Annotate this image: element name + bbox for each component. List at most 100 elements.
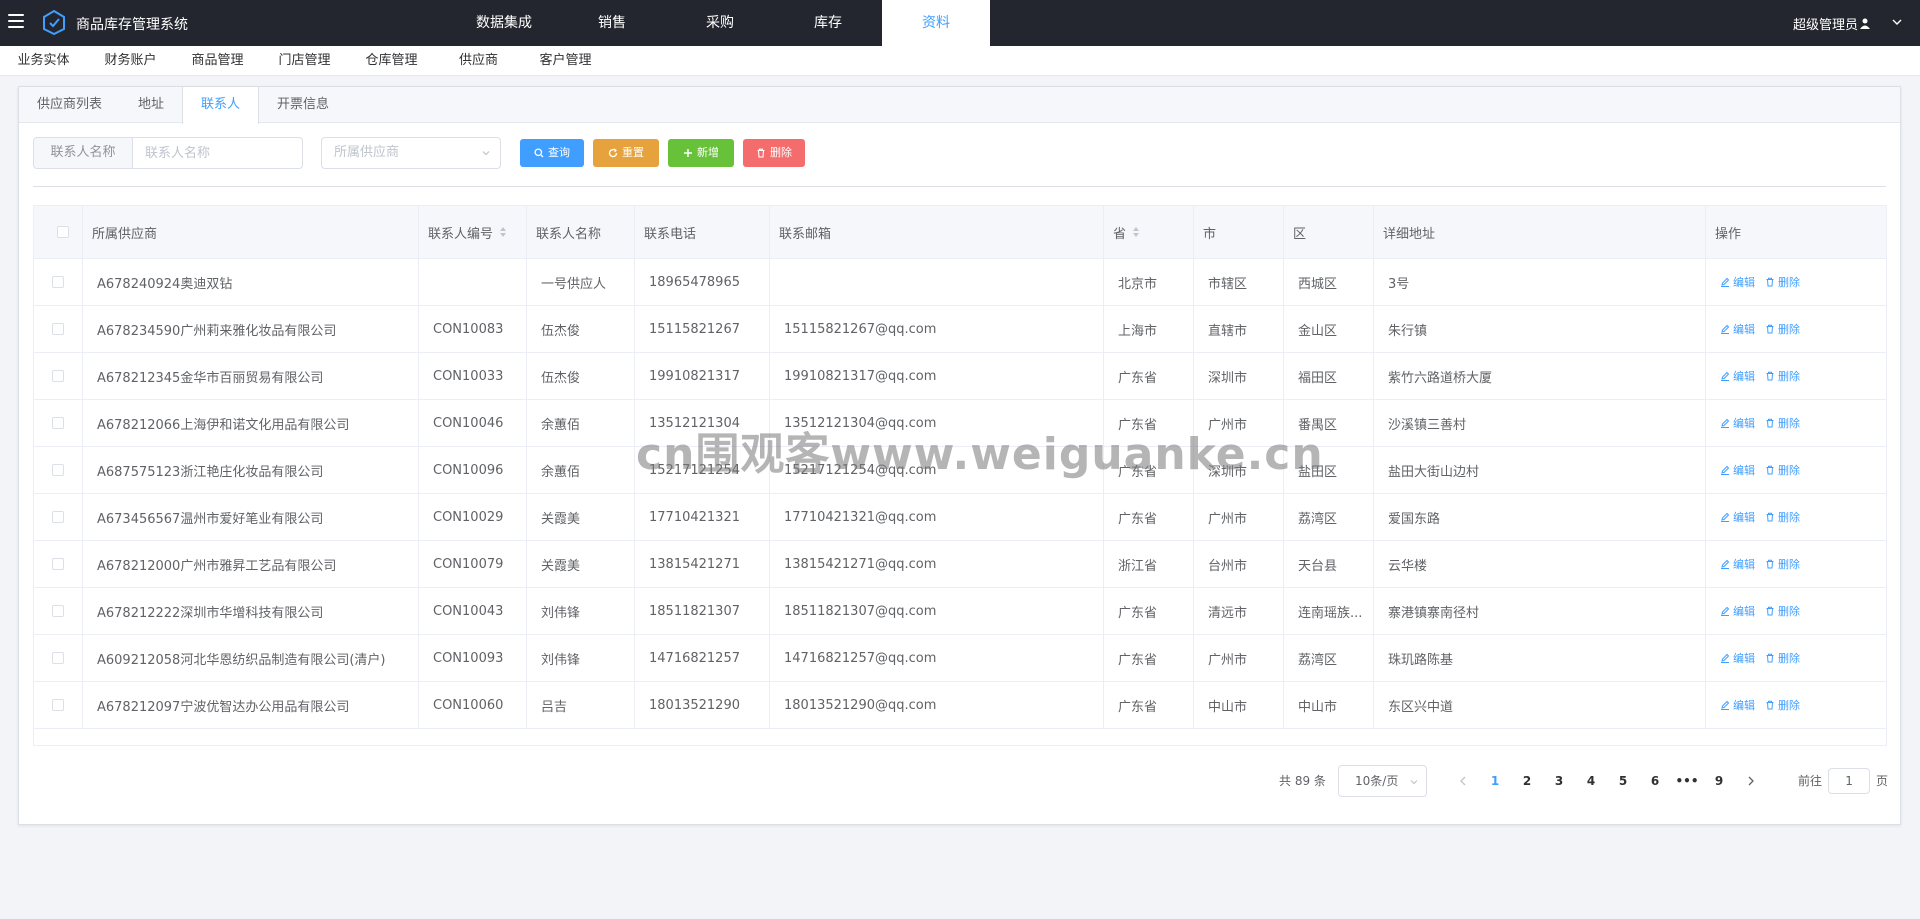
menu-toggle-icon[interactable] <box>6 11 26 31</box>
column-header-label: 联系人名称 <box>536 226 602 242</box>
code-cell: CON10033 <box>419 353 527 399</box>
row-checkbox[interactable] <box>52 652 64 664</box>
delete-link[interactable]: 删除 <box>1765 650 1800 666</box>
delete-link[interactable]: 删除 <box>1765 697 1800 713</box>
page-number[interactable]: 5 <box>1607 765 1639 797</box>
edit-link[interactable]: 编辑 <box>1720 556 1755 572</box>
edit-link[interactable]: 编辑 <box>1720 368 1755 384</box>
user-menu[interactable]: 超级管理员 <box>1793 14 1870 33</box>
row-checkbox[interactable] <box>52 699 64 711</box>
code-cell: CON10060 <box>419 682 527 728</box>
top-nav-item[interactable]: 销售 <box>558 0 666 46</box>
edit-link[interactable]: 编辑 <box>1720 462 1755 478</box>
secondary-nav-item[interactable]: 供应商 <box>435 46 522 76</box>
edit-link[interactable]: 编辑 <box>1720 603 1755 619</box>
sort-icon[interactable] <box>499 226 507 238</box>
row-checkbox[interactable] <box>52 511 64 523</box>
supplier-cell: A609212058河北华恩纺织品制造有限公司(清户) <box>83 635 419 681</box>
page-number[interactable]: 6 <box>1639 765 1671 797</box>
top-nav-item[interactable]: 资料 <box>882 0 990 46</box>
actions-cell: 编辑 删除 <box>1706 635 1886 681</box>
secondary-nav-item[interactable]: 财务账户 <box>87 46 174 76</box>
edit-label: 编辑 <box>1733 370 1755 383</box>
secondary-nav-item[interactable]: 仓库管理 <box>348 46 435 76</box>
row-checkbox[interactable] <box>52 417 64 429</box>
row-checkbox[interactable] <box>52 464 64 476</box>
next-page-button[interactable] <box>1735 765 1767 797</box>
page-number[interactable]: 4 <box>1575 765 1607 797</box>
edit-link[interactable]: 编辑 <box>1720 697 1755 713</box>
delete-button[interactable]: 删除 <box>743 139 805 167</box>
secondary-nav-item[interactable]: 客户管理 <box>522 46 609 76</box>
select-all-checkbox[interactable] <box>56 226 69 238</box>
chevron-down-icon[interactable] <box>1892 17 1902 27</box>
edit-link[interactable]: 编辑 <box>1720 321 1755 337</box>
supplier-cell: A678212000广州市雅昇工艺品有限公司 <box>83 541 419 587</box>
page-size-select[interactable]: 10条/页 <box>1338 765 1427 797</box>
tab-item[interactable]: 联系人 <box>182 87 260 124</box>
edit-label: 编辑 <box>1733 699 1755 712</box>
row-checkbox[interactable] <box>52 370 64 382</box>
column-header-code[interactable]: 联系人编号 <box>419 206 527 258</box>
row-select-cell <box>34 259 83 305</box>
goto-page-input[interactable] <box>1828 768 1871 794</box>
delete-link[interactable]: 删除 <box>1765 556 1800 572</box>
page-number[interactable]: 9 <box>1703 765 1735 797</box>
secondary-nav-item[interactable]: 业务实体 <box>0 46 87 76</box>
contact-name-label: 联系人名称 <box>33 137 133 169</box>
edit-link[interactable]: 编辑 <box>1720 415 1755 431</box>
add-button[interactable]: 新增 <box>668 139 734 167</box>
page-number[interactable]: 2 <box>1511 765 1543 797</box>
row-checkbox[interactable] <box>52 605 64 617</box>
row-select-cell <box>34 353 83 399</box>
edit-link[interactable]: 编辑 <box>1720 509 1755 525</box>
supplier-select-placeholder: 所属供应商 <box>334 145 400 160</box>
row-checkbox[interactable] <box>52 276 64 288</box>
district-cell: 天台县 <box>1284 541 1374 587</box>
page-number[interactable]: 3 <box>1543 765 1575 797</box>
delete-link[interactable]: 删除 <box>1765 603 1800 619</box>
edit-link[interactable]: 编辑 <box>1720 650 1755 666</box>
phone-cell: 13815421271 <box>635 541 770 587</box>
tab-item[interactable]: 供应商列表 <box>19 87 120 123</box>
top-nav-item[interactable]: 采购 <box>666 0 774 46</box>
page-number[interactable]: 1 <box>1479 765 1511 797</box>
district-cell: 荔湾区 <box>1284 635 1374 681</box>
address-cell: 珠玑路陈基 <box>1374 635 1706 681</box>
query-button[interactable]: 查询 <box>520 139 584 167</box>
delete-link[interactable]: 删除 <box>1765 415 1800 431</box>
row-checkbox[interactable] <box>52 558 64 570</box>
delete-link[interactable]: 删除 <box>1765 462 1800 478</box>
plus-icon <box>684 149 692 157</box>
actions-cell: 编辑 删除 <box>1706 588 1886 634</box>
email-cell: 18511821307@qq.com <box>770 588 1104 634</box>
delete-link[interactable]: 删除 <box>1765 321 1800 337</box>
phone-cell: 17710421321 <box>635 494 770 540</box>
actions-cell: 编辑 删除 <box>1706 400 1886 446</box>
supplier-select[interactable]: 所属供应商 <box>321 137 501 169</box>
edit-label: 编辑 <box>1733 558 1755 571</box>
contact-name-input[interactable] <box>133 137 303 169</box>
reset-button[interactable]: 重置 <box>593 139 659 167</box>
tab-item[interactable]: 开票信息 <box>259 87 347 123</box>
page-ellipsis[interactable]: ••• <box>1671 765 1703 797</box>
supplier-cell: A678234590广州莉来雅化妆品有限公司 <box>83 306 419 352</box>
prev-page-button[interactable] <box>1447 765 1479 797</box>
top-nav-item[interactable]: 数据集成 <box>450 0 558 46</box>
email-cell: 15217121254@qq.com <box>770 447 1104 493</box>
row-checkbox[interactable] <box>52 323 64 335</box>
row-select-cell <box>34 306 83 352</box>
delete-link[interactable]: 删除 <box>1765 368 1800 384</box>
edit-link[interactable]: 编辑 <box>1720 274 1755 290</box>
edit-icon <box>1721 700 1730 710</box>
secondary-nav-item[interactable]: 商品管理 <box>174 46 261 76</box>
column-header-province[interactable]: 省 <box>1104 206 1194 258</box>
sort-icon[interactable] <box>1132 226 1140 238</box>
top-nav-item[interactable]: 库存 <box>774 0 882 46</box>
tab-item[interactable]: 地址 <box>120 87 182 123</box>
delete-link[interactable]: 删除 <box>1765 274 1800 290</box>
address-cell: 3号 <box>1374 259 1706 305</box>
name-cell: 伍杰俊 <box>527 306 635 352</box>
delete-link[interactable]: 删除 <box>1765 509 1800 525</box>
secondary-nav-item[interactable]: 门店管理 <box>261 46 348 76</box>
